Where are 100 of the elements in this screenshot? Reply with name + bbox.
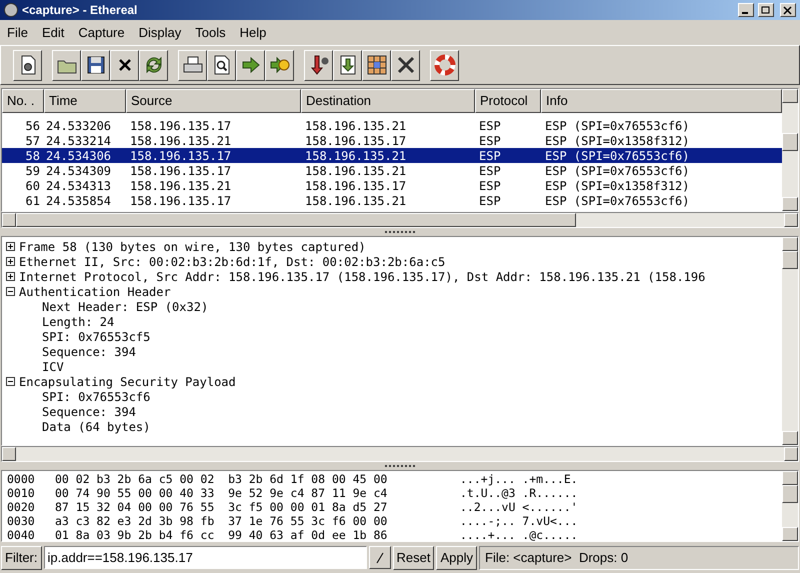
minimize-icon[interactable] xyxy=(738,3,754,17)
reset-button[interactable]: Reset xyxy=(392,546,434,570)
tree-item[interactable]: Internet Protocol, Src Addr: 158.196.135.17 (158.196.135.17), Dst Addr: 158.196.135.21 (158.196 xyxy=(19,268,706,286)
table-cell-text: 59 xyxy=(24,162,41,180)
collapse-icon[interactable] xyxy=(6,377,15,386)
tree-item[interactable]: Sequence: 394 xyxy=(42,342,136,360)
scroll-right-icon[interactable] xyxy=(784,447,798,461)
table-cell-text: 24.533206 xyxy=(45,118,112,134)
scroll-left-icon[interactable] xyxy=(2,447,16,461)
scroll-up-icon[interactable] xyxy=(782,471,798,485)
vertical-scrollbar[interactable] xyxy=(782,471,798,541)
tree-item[interactable]: Sequence: 394 xyxy=(42,402,136,420)
table-cell-text: ESP (SPI=0x1358f312) xyxy=(544,178,690,194)
menu-item[interactable]: Capture xyxy=(75,22,128,42)
expand-icon[interactable] xyxy=(6,242,15,251)
tree-item[interactable]: Data (64 bytes) xyxy=(42,418,150,436)
magnifier-icon[interactable] xyxy=(207,50,236,80)
menu-item[interactable]: Display xyxy=(136,22,184,42)
vertical-scrollbar[interactable] xyxy=(782,89,798,211)
scroll-down-icon[interactable] xyxy=(782,527,798,541)
hex-ascii: .t.U..@3 .R...... xyxy=(460,486,578,500)
column-header[interactable]: Info xyxy=(541,89,782,113)
table-cell-text: ESP xyxy=(478,132,502,150)
maximize-icon[interactable] xyxy=(758,3,774,17)
tree-item[interactable]: Length: 24 xyxy=(42,312,114,330)
scroll-up-icon[interactable] xyxy=(782,237,798,251)
horizontal-scrollbar[interactable] xyxy=(1,212,799,228)
filter-input-field[interactable]: ip.addr==158.196.135.17 xyxy=(44,546,366,569)
close-icon[interactable] xyxy=(780,3,796,17)
column-header[interactable]: No. . xyxy=(2,89,44,113)
expand-icon[interactable] xyxy=(6,257,15,266)
hex-bytes: 00 74 90 55 00 00 40 33 9e 52 9e c4 87 11 9e c4 xyxy=(55,486,388,500)
close-icon[interactable] xyxy=(110,50,139,80)
splitter-handle[interactable] xyxy=(385,230,415,234)
apply-button[interactable]: Apply xyxy=(436,546,477,570)
horizontal-scrollbar[interactable] xyxy=(1,446,799,462)
folder-icon[interactable] xyxy=(52,50,81,80)
reload-icon[interactable] xyxy=(139,50,168,80)
packet-row[interactable]: 59 24.534309 158.196.135.17 158.196.135.21 ESP ESP (SPI=0x76553cf6) xyxy=(2,163,782,178)
column-header[interactable]: Destination xyxy=(301,89,475,113)
table-cell-text: 24.533214 xyxy=(45,132,112,150)
table-cell-text: 158.196.135.21 xyxy=(304,148,408,164)
table-cell-text: ESP xyxy=(478,162,502,180)
column-header[interactable]: Source xyxy=(126,89,301,113)
hex-offset: 0030 xyxy=(7,514,36,528)
hex-ascii: ...+j... .+m...E. xyxy=(460,472,578,486)
scroll-down-icon[interactable] xyxy=(782,431,798,445)
collapse-icon[interactable] xyxy=(6,287,15,296)
table-cell-text: 158.196.135.21 xyxy=(304,192,408,210)
hex-bytes: a3 c3 82 e3 2d 3b 98 fb 37 1e 76 55 3c f6 00 00 xyxy=(55,514,388,528)
hex-ascii: ..2...vU <......' xyxy=(460,500,578,514)
table-cell-text: 57 xyxy=(24,132,41,150)
lifebuoy-icon[interactable] xyxy=(430,50,459,80)
arrow-down-document-icon[interactable] xyxy=(333,50,362,80)
filter-button[interactable]: Filter: xyxy=(1,546,42,570)
scroll-up-icon[interactable] xyxy=(782,89,798,103)
packet-row[interactable]: 58 24.534306 158.196.135.17 158.196.135.21 ESP ESP (SPI=0x76553cf6) xyxy=(2,148,782,163)
scroll-right-icon[interactable] xyxy=(784,213,798,227)
tree-item[interactable]: Encapsulating Security Payload xyxy=(19,372,236,390)
column-header[interactable]: Protocol xyxy=(475,89,541,113)
table-cell-text: 158.196.135.17 xyxy=(129,118,232,134)
table-cell-text: 61 xyxy=(24,192,41,210)
scroll-down-icon[interactable] xyxy=(782,197,798,211)
expand-icon[interactable] xyxy=(6,272,15,281)
tree-item[interactable]: SPI: 0x76553cf5 xyxy=(42,328,150,346)
packet-row[interactable]: 60 24.534313 158.196.135.21 158.196.135.17 ESP ESP (SPI=0x1358f312) xyxy=(2,178,782,193)
tree-item[interactable]: Frame 58 (130 bytes on wire, 130 bytes captured) xyxy=(19,238,366,256)
tree-item[interactable]: Ethernet II, Src: 00:02:b3:2b:6d:1f, Dst: 00:02:b3:2b:6a:c5 xyxy=(19,252,446,270)
window-title: <capture> - Ethereal xyxy=(22,2,138,19)
menu-item[interactable]: Edit xyxy=(38,22,68,42)
menu-item[interactable]: File xyxy=(4,22,31,42)
packet-row[interactable]: 61 24.535854 158.196.135.17 158.196.135.21 ESP ESP (SPI=0x76553cf6) xyxy=(2,193,782,208)
scroll-left-icon[interactable] xyxy=(2,213,16,227)
table-cell-text: 158.196.135.17 xyxy=(129,162,232,180)
table-cell-text: 24.534306 xyxy=(45,148,112,164)
table-cell-text: 158.196.135.17 xyxy=(304,132,408,150)
printer-icon[interactable] xyxy=(178,50,207,80)
table-cell-text: 24.534309 xyxy=(45,162,112,180)
menu-item[interactable]: Tools xyxy=(192,22,229,42)
splitter-handle[interactable] xyxy=(385,464,415,468)
hex-bytes: 00 02 b3 2b 6a c5 00 02 b3 2b 6d 1f 08 00 45 00 xyxy=(55,472,388,486)
table-cell-text: 158.196.135.21 xyxy=(129,132,232,150)
tree-item[interactable]: SPI: 0x76553cf6 xyxy=(42,388,150,406)
table-cell-text: ESP (SPI=0x76553cf6) xyxy=(544,118,690,134)
vertical-scrollbar[interactable] xyxy=(782,237,798,445)
packet-row[interactable]: 57 24.533214 158.196.135.21 158.196.135.17 ESP ESP (SPI=0x1358f312) xyxy=(2,133,782,148)
hex-ascii: ....+... .@c..... xyxy=(460,528,578,542)
tree-item[interactable]: Authentication Header xyxy=(19,282,171,300)
menu-item[interactable]: Help xyxy=(236,22,270,42)
grid-pointer-icon[interactable] xyxy=(362,50,391,80)
table-cell-text: 24.534313 xyxy=(45,178,112,194)
hex-offset: 0000 xyxy=(7,472,36,486)
table-cell-text: 158.196.135.17 xyxy=(129,148,232,164)
tree-item[interactable]: Next Header: ESP (0x32) xyxy=(42,298,208,316)
tree-item[interactable]: ICV xyxy=(42,358,64,376)
arrow-right-icon[interactable] xyxy=(236,50,265,80)
column-header[interactable]: Time xyxy=(44,89,126,113)
table-cell-text: ESP xyxy=(478,192,502,210)
hex-bytes: 87 15 32 04 00 00 76 55 3c f5 00 00 01 8a d5 27 xyxy=(55,500,388,514)
packet-row[interactable]: 56 24.533206 158.196.135.17 158.196.135.21 ESP ESP (SPI=0x76553cf6) xyxy=(2,118,782,133)
